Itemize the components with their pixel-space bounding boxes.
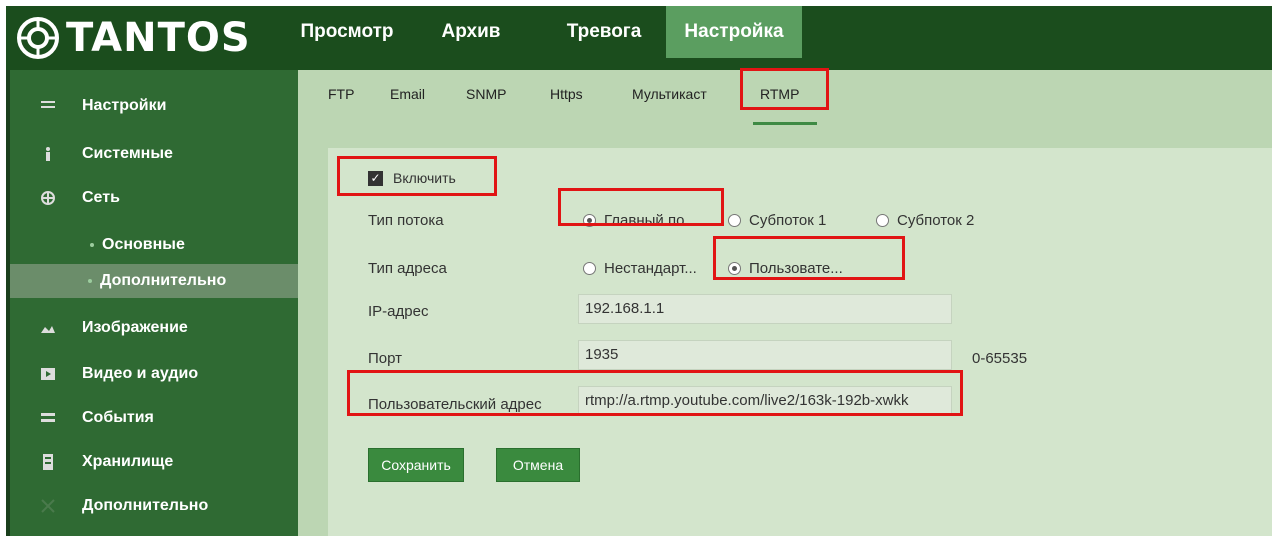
radio-label: Субпоток 1 [749,212,827,229]
subtab-snmp[interactable]: SNMP [466,86,506,102]
rtmp-settings-panel: ✓ Включить Тип потока Главный по... Субп… [328,148,1272,536]
sidebar-item-label: Изображение [82,319,188,336]
sidebar-item-settings[interactable]: Настройки [10,86,298,126]
sidebar-subitem-advanced[interactable]: Дополнительно [10,264,298,298]
tools-icon [40,498,56,514]
events-icon [40,410,56,426]
radio-label: Субпоток 2 [897,212,975,229]
enable-label: Включить [393,170,456,186]
sidebar-item-system[interactable]: Системные [10,134,298,174]
address-type-label: Тип адреса [368,260,447,277]
sidebar-item-events[interactable]: События [10,398,298,438]
ip-label: IP-адрес [368,303,429,320]
sidebar-item-video-audio[interactable]: Видео и аудио [10,354,298,394]
subtab-multicast[interactable]: Мультикаст [632,86,707,102]
radio-label: Пользовате... [749,260,843,277]
enable-checkbox[interactable]: ✓ Включить [368,170,456,186]
radio-selected-icon [728,262,741,275]
image-icon [40,320,56,336]
cancel-button[interactable]: Отмена [496,448,580,482]
subtab-bar: FTP Email SNMP Https Мультикаст RTMP [298,70,1272,128]
subtab-https[interactable]: Https [550,86,583,102]
stream-type-label: Тип потока [368,212,444,229]
sidebar-item-label: Системные [82,145,173,162]
network-icon [40,190,56,206]
address-nonstandard-radio[interactable]: Нестандарт... [583,260,697,277]
sidebar-subitem-basic[interactable]: Основные [10,228,298,262]
nav-tab-archive[interactable]: Архив [431,6,511,58]
save-button[interactable]: Сохранить [368,448,464,482]
sidebar-item-label: Видео и аудио [82,365,199,382]
sidebar-item-label: События [82,409,154,426]
radio-selected-icon [583,214,596,227]
sidebar-item-label: Сеть [82,189,120,206]
sidebar-item-label: Дополнительно [100,272,227,289]
radio-label: Нестандарт... [604,260,697,277]
app-window: TANTOS Просмотр Архив Тревога Настройка … [6,6,1272,536]
radio-label: Главный по... [604,212,697,229]
nav-tab-settings[interactable]: Настройка [666,6,802,58]
ip-field[interactable]: 192.168.1.1 [578,294,952,324]
bullet-icon [88,279,92,283]
stream-sub1-radio[interactable]: Субпоток 1 [728,212,826,229]
custom-address-label: Пользовательский адрес [368,396,542,413]
sidebar-item-label: Хранилище [82,453,174,470]
sidebar-item-image[interactable]: Изображение [10,308,298,348]
logo-text: TANTOS [66,15,251,61]
custom-address-field[interactable]: rtmp://a.rtmp.youtube.com/live2/163k-192… [578,386,952,416]
port-label: Порт [368,350,403,367]
sidebar-item-label: Настройки [82,97,167,114]
port-field[interactable]: 1935 [578,340,952,370]
info-icon [40,146,56,162]
sidebar-item-label: Основные [102,236,185,253]
checkmark-icon: ✓ [368,170,383,186]
subtab-email[interactable]: Email [390,86,425,102]
menu-icon [40,98,56,114]
port-range-hint: 0-65535 [972,350,1028,367]
bullet-icon [90,243,94,247]
radio-icon [583,262,596,275]
sidebar-item-extra[interactable]: Дополнительно [10,486,298,526]
content-area: FTP Email SNMP Https Мультикаст RTMP ✓ В… [298,70,1272,536]
subtab-ftp[interactable]: FTP [328,86,354,102]
sidebar-item-storage[interactable]: Хранилище [10,442,298,482]
address-custom-radio[interactable]: Пользовате... [728,260,843,277]
logo-icon [17,17,59,59]
sidebar-item-network[interactable]: Сеть [10,178,298,218]
brand-logo: TANTOS [16,14,251,62]
top-bar: TANTOS Просмотр Архив Тревога Настройка [6,6,1272,70]
stream-sub2-radio[interactable]: Субпоток 2 [876,212,974,229]
subtab-rtmp[interactable]: RTMP [760,86,799,102]
nav-tab-view[interactable]: Просмотр [286,6,408,58]
radio-icon [876,214,889,227]
stream-main-radio[interactable]: Главный по... [583,212,697,229]
active-tab-indicator [753,122,817,125]
storage-icon [40,454,56,470]
radio-icon [728,214,741,227]
video-icon [40,366,56,382]
nav-tab-alarm[interactable]: Тревога [554,6,654,58]
sidebar-item-label: Дополнительно [82,497,209,514]
